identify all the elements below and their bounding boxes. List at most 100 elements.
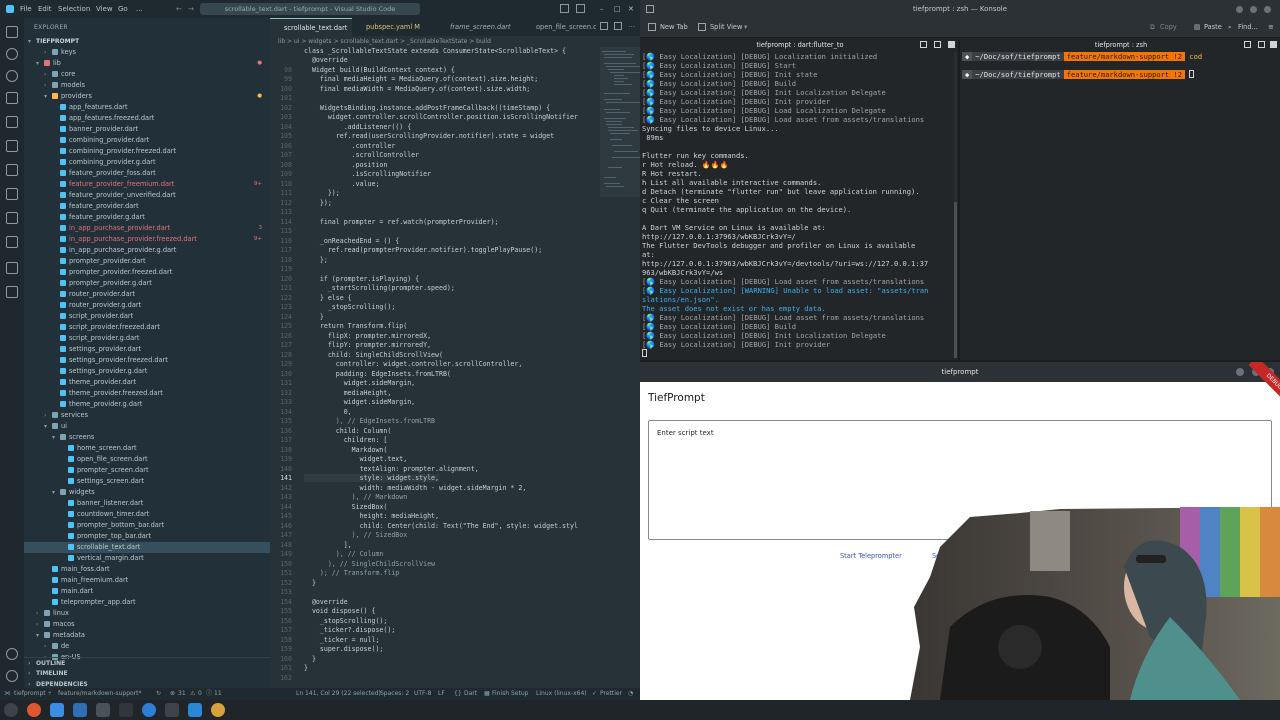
minimize-icon[interactable]: –: [600, 5, 604, 13]
menu-view[interactable]: View: [96, 5, 113, 13]
tree-file[interactable]: app_features.dart: [24, 102, 270, 113]
left-terminal[interactable]: [🌎 Easy Localization] [DEBUG] Localizati…: [642, 52, 954, 360]
find-button[interactable]: Find...: [1238, 23, 1258, 31]
tree-file[interactable]: app_features.freezed.dart: [24, 113, 270, 124]
left-pane-close-icon[interactable]: [948, 41, 955, 48]
tree-file[interactable]: script_provider.freezed.dart: [24, 322, 270, 333]
tree-folder[interactable]: ▾ metadata: [24, 630, 270, 641]
new-tab-button[interactable]: New Tab: [660, 23, 688, 31]
pages-icon[interactable]: [6, 286, 18, 298]
left-pane-scrollbar[interactable]: [954, 52, 957, 358]
tree-folder[interactable]: ▾ ui: [24, 421, 270, 432]
tab-pubspec[interactable]: pubspec.yaml M: [352, 18, 436, 36]
run-debug-icon[interactable]: [6, 92, 18, 104]
project-root[interactable]: ▾ TIEFPROMPT: [24, 36, 270, 47]
tree-file[interactable]: combining_provider.dart: [24, 135, 270, 146]
tree-file[interactable]: theme_provider.dart: [24, 377, 270, 388]
command-center-search[interactable]: scrollable_text.dart - tiefprompt - Visu…: [200, 3, 420, 15]
right-pane-close-icon[interactable]: [1270, 41, 1277, 48]
source-control-icon[interactable]: [6, 70, 18, 82]
search-icon[interactable]: [6, 48, 18, 60]
tree-file[interactable]: feature_provider_foss.dart: [24, 168, 270, 179]
tree-file[interactable]: home_screen.dart: [24, 443, 270, 454]
tab-scrollable-text[interactable]: scrollable_text.dart: [270, 18, 352, 36]
tree-folder[interactable]: ▾ lib ●: [24, 58, 270, 69]
minimize-icon[interactable]: [1236, 368, 1244, 376]
status-spaces[interactable]: Spaces: 2: [380, 688, 409, 700]
tree-file[interactable]: open_file_screen.dart: [24, 454, 270, 465]
left-pane-detach-icon[interactable]: [934, 41, 941, 48]
tree-file[interactable]: prompter_provider.g.dart: [24, 278, 270, 289]
pane-divider[interactable]: [958, 40, 960, 360]
tree-file[interactable]: prompter_screen.dart: [24, 465, 270, 476]
tree-folder[interactable]: › services: [24, 410, 270, 421]
layout-icon[interactable]: [560, 4, 569, 13]
tree-file[interactable]: settings_provider.g.dart: [24, 366, 270, 377]
right-pane-detach-icon[interactable]: [1258, 41, 1265, 48]
tree-file[interactable]: feature_provider_freemium.dart 9+: [24, 179, 270, 190]
menu-more[interactable]: ...: [136, 5, 143, 13]
tree-file[interactable]: main.dart: [24, 586, 270, 597]
extensions-icon[interactable]: [6, 116, 18, 128]
tree-file[interactable]: main_freemium.dart: [24, 575, 270, 586]
maximize-icon[interactable]: □: [614, 5, 621, 13]
tab-frame-screen[interactable]: frame_screen.dart: [436, 18, 522, 36]
tree-file[interactable]: feature_provider.g.dart: [24, 212, 270, 223]
tree-file[interactable]: in_app_purchase_provider.g.dart: [24, 245, 270, 256]
status-prettier[interactable]: Prettier: [600, 688, 622, 700]
chat-icon[interactable]: [142, 703, 156, 717]
tree-file[interactable]: in_app_purchase_provider.dart 3: [24, 223, 270, 234]
status-branch[interactable]: feature/markdown-support*: [58, 688, 142, 700]
tree-file[interactable]: prompter_provider.freezed.dart: [24, 267, 270, 278]
tree-file[interactable]: feature_provider_unverified.dart: [24, 190, 270, 201]
minimize-icon[interactable]: [1236, 6, 1243, 13]
tree-file[interactable]: router_provider.dart: [24, 289, 270, 300]
tree-file[interactable]: vertical_margin.dart: [24, 553, 270, 564]
tree-file[interactable]: theme_provider.g.dart: [24, 399, 270, 410]
outline-section[interactable]: › OUTLINE: [24, 657, 270, 668]
tree-file[interactable]: settings_screen.dart: [24, 476, 270, 487]
status-warnings[interactable]: 0: [198, 688, 202, 700]
obs-icon[interactable]: [73, 703, 87, 717]
status-position[interactable]: Ln 141, Col 29 (22 selected): [296, 688, 381, 700]
git-graph-icon[interactable]: [6, 262, 18, 274]
tree-folder[interactable]: › linux: [24, 608, 270, 619]
tree-file[interactable]: in_app_purchase_provider.freezed.dart 9+: [24, 234, 270, 245]
menu-edit[interactable]: Edit: [38, 5, 52, 13]
status-project[interactable]: tiefprompt: [14, 688, 46, 700]
copy-button[interactable]: Copy: [1160, 23, 1177, 31]
testing-icon[interactable]: [6, 140, 18, 152]
tree-file[interactable]: countdown_timer.dart: [24, 509, 270, 520]
split-editor-icon[interactable]: [614, 22, 622, 30]
sync-icon[interactable]: ↻: [156, 688, 161, 700]
application-launcher-icon[interactable]: [4, 703, 18, 717]
app-taskbar-icon[interactable]: [211, 703, 225, 717]
database-icon[interactable]: [6, 236, 18, 248]
status-encoding[interactable]: UTF-8: [414, 688, 432, 700]
close-icon[interactable]: [1264, 6, 1271, 13]
right-pane-maximize-icon[interactable]: [1244, 41, 1251, 48]
hamburger-menu-icon[interactable]: ≡: [1268, 23, 1274, 31]
tab-open-file-screen[interactable]: open_file_screen.d: [522, 18, 596, 36]
menu-selection[interactable]: Selection: [58, 5, 90, 13]
code-editor[interactable]: class _ScrollableTextState extends Consu…: [270, 47, 600, 688]
screenshot-icon[interactable]: [96, 703, 110, 717]
tree-file[interactable]: prompter_provider.dart: [24, 256, 270, 267]
panel-toggle-icon[interactable]: [576, 4, 585, 13]
minimap[interactable]: [600, 47, 640, 247]
tree-folder[interactable]: › models: [24, 80, 270, 91]
tree-file[interactable]: settings_provider.dart: [24, 344, 270, 355]
tree-file[interactable]: prompter_bottom_bar.dart: [24, 520, 270, 531]
run-icon[interactable]: [600, 22, 608, 30]
terminal-taskbar-icon[interactable]: [119, 703, 133, 717]
menu-go[interactable]: Go: [118, 5, 128, 13]
tree-folder[interactable]: ▾ providers ●: [24, 91, 270, 102]
tree-file[interactable]: feature_provider.dart: [24, 201, 270, 212]
tree-folder[interactable]: › core: [24, 69, 270, 80]
firefox-icon[interactable]: [27, 703, 41, 717]
timeline-section[interactable]: › TIMELINE: [24, 668, 270, 679]
status-info[interactable]: 11: [214, 688, 222, 700]
tree-folder[interactable]: ▾ screens: [24, 432, 270, 443]
status-errors[interactable]: 31: [178, 688, 186, 700]
breadcrumb[interactable]: lib > ui > widgets > scrollable_text.dar…: [270, 36, 640, 47]
